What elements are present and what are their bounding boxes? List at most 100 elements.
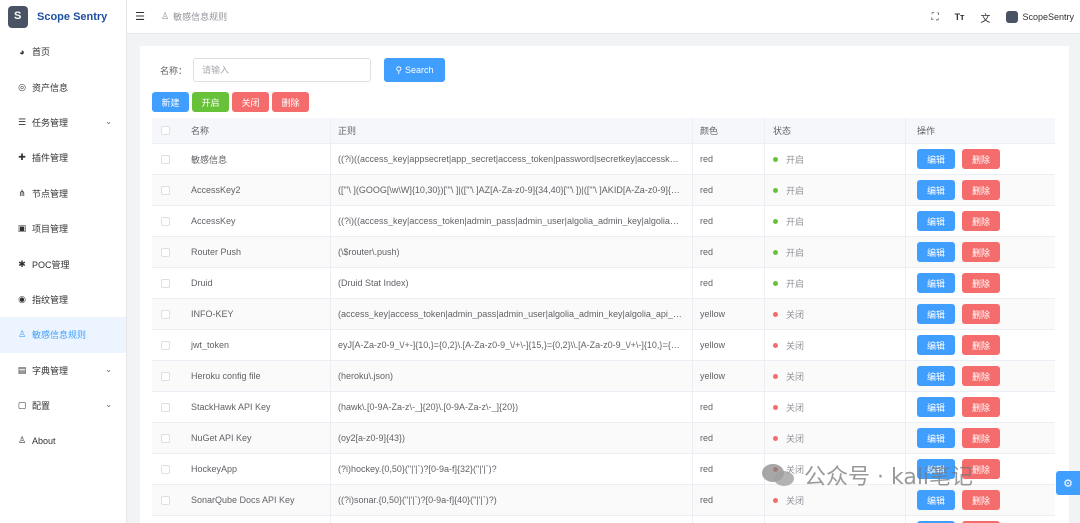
column-divider: [905, 206, 906, 236]
row-checkbox[interactable]: [161, 309, 170, 319]
name-filter-input[interactable]: [193, 58, 372, 82]
sidebar-item-11[interactable]: ♙ About: [0, 423, 126, 458]
row-actions: 编辑删除: [917, 366, 1053, 386]
edit-button[interactable]: 编辑: [917, 459, 955, 479]
enable-button[interactable]: 开启: [192, 92, 229, 112]
fullscreen-icon[interactable]: ⛶: [932, 12, 939, 23]
user-name: ScopeSentry: [1022, 12, 1074, 22]
edit-button[interactable]: 编辑: [917, 211, 955, 231]
row-checkbox[interactable]: [161, 464, 170, 474]
edit-button[interactable]: 编辑: [917, 273, 955, 293]
column-header-status: 状态: [773, 126, 792, 136]
status-dot: [773, 218, 778, 224]
edit-button[interactable]: 编辑: [917, 490, 955, 510]
translate-icon[interactable]: 文: [980, 10, 990, 25]
status-text: 开启: [786, 154, 805, 165]
row-checkbox[interactable]: [161, 154, 170, 164]
column-divider: [764, 237, 765, 267]
row-actions: 编辑删除: [917, 211, 1053, 231]
delete-button[interactable]: 删除: [962, 428, 1000, 448]
user-menu[interactable]: ScopeSentry: [1006, 11, 1074, 23]
row-checkbox[interactable]: [161, 216, 170, 226]
search-button[interactable]: ⚲ Search: [384, 58, 446, 82]
settings-float-button[interactable]: ⚙: [1056, 471, 1080, 495]
edit-button[interactable]: 编辑: [917, 304, 955, 324]
chevron-down-icon: ⌄: [105, 116, 112, 126]
edit-button[interactable]: 编辑: [917, 397, 955, 417]
sidebar-item-label: About: [32, 435, 56, 446]
new-button[interactable]: 新建: [152, 92, 189, 112]
delete-button[interactable]: 删除: [962, 459, 1000, 479]
row-checkbox[interactable]: [161, 278, 170, 288]
row-checkbox[interactable]: [161, 402, 170, 412]
delete-button[interactable]: 删除: [962, 273, 1000, 293]
delete-button[interactable]: 删除: [962, 366, 1000, 386]
nodes-icon: ⋔: [18, 187, 26, 198]
sidebar-item-6[interactable]: ✱ POC管理: [0, 246, 126, 281]
row-checkbox[interactable]: [161, 340, 170, 350]
main-card: 名称： ⚲ Search 新建 开启 关闭 删除 名称 正则 颜色 状态 操作 …: [140, 46, 1069, 523]
person-icon: ♙: [17, 435, 27, 446]
breadcrumb-label: 敏感信息规则: [173, 12, 228, 22]
sidebar-item-4[interactable]: ⋔ 节点管理: [0, 176, 126, 211]
rule-status: 开启: [773, 153, 893, 166]
delete-button[interactable]: 删除: [962, 149, 1000, 169]
edit-button[interactable]: 编辑: [917, 242, 955, 262]
delete-button[interactable]: 删除: [962, 397, 1000, 417]
select-all-checkbox[interactable]: [161, 126, 170, 135]
sidebar-item-0[interactable]: ◕ 首页: [0, 34, 126, 69]
row-checkbox[interactable]: [161, 247, 170, 257]
sidebar-item-10[interactable]: ▢ 配置 ⌄: [0, 388, 126, 423]
table-row: HockeyApp (?i)hockey.{0,50}("|'|`)?[0-9a-…: [152, 454, 1055, 485]
sidebar-item-5[interactable]: ▣ 项目管理: [0, 211, 126, 246]
column-divider: [764, 175, 765, 205]
bulk-delete-button[interactable]: 删除: [272, 92, 309, 112]
rule-status: 开启: [773, 184, 893, 197]
app-logo: [8, 6, 28, 28]
row-checkbox[interactable]: [161, 185, 170, 195]
sidebar-item-1[interactable]: ◎ 资产信息: [0, 69, 126, 104]
column-divider: [692, 237, 693, 267]
status-text: 关闭: [786, 495, 805, 506]
brand[interactable]: Scope Sentry: [0, 0, 126, 34]
menu-toggle-icon[interactable]: ☰: [133, 10, 147, 23]
row-actions: 编辑删除: [917, 242, 1053, 262]
sidebar-menu: ◕ 首页 ◎ 资产信息 ☰ 任务管理 ⌄ ✚ 插件管理 ⋔ 节点管理 ▣ 项目管理 ✱ POC管理 ◉ 指纹管理…: [0, 34, 126, 459]
column-divider: [764, 206, 765, 236]
search-icon: ⚲: [395, 64, 403, 75]
sidebar-item-label: 任务管理: [32, 117, 69, 128]
sidebar-item-3[interactable]: ✚ 插件管理: [0, 140, 126, 175]
edit-button[interactable]: 编辑: [917, 149, 955, 169]
delete-button[interactable]: 删除: [962, 304, 1000, 324]
sidebar-item-2[interactable]: ☰ 任务管理 ⌄: [0, 105, 126, 140]
table-row: AccessKey ((?i)((access_key|access_token|…: [152, 206, 1055, 237]
delete-button[interactable]: 删除: [962, 180, 1000, 200]
delete-button[interactable]: 删除: [962, 490, 1000, 510]
column-divider: [905, 268, 906, 298]
edit-button[interactable]: 编辑: [917, 428, 955, 448]
sidebar: Scope Sentry ◕ 首页 ◎ 资产信息 ☰ 任务管理 ⌄ ✚ 插件管理 ⋔ 节点管理 ▣ 项目…: [0, 0, 127, 523]
row-checkbox[interactable]: [161, 495, 170, 505]
book-icon: ▤: [17, 364, 27, 375]
edit-button[interactable]: 编辑: [917, 180, 955, 200]
font-size-icon[interactable]: Tт: [955, 12, 965, 22]
sidebar-item-7[interactable]: ◉ 指纹管理: [0, 282, 126, 317]
delete-button[interactable]: 删除: [962, 211, 1000, 231]
rule-name: AccessKey2: [191, 185, 241, 195]
row-actions: 编辑删除: [917, 304, 1053, 324]
disable-button[interactable]: 关闭: [232, 92, 269, 112]
row-checkbox[interactable]: [161, 433, 170, 443]
sidebar-item-8[interactable]: ♙ 敏感信息规则: [0, 317, 126, 353]
sidebar-item-9[interactable]: ▤ 字典管理 ⌄: [0, 353, 126, 388]
app-title: Scope Sentry: [37, 11, 108, 23]
row-checkbox[interactable]: [161, 371, 170, 381]
rule-regex: (hawk\.[0-9A-Za-z\-_]{20}\.[0-9A-Za-z\-_…: [338, 402, 519, 412]
puzzle-icon: ✚: [18, 152, 26, 163]
edit-button[interactable]: 编辑: [917, 335, 955, 355]
delete-button[interactable]: 删除: [962, 335, 1000, 355]
edit-button[interactable]: 编辑: [917, 366, 955, 386]
column-divider: [330, 485, 331, 515]
delete-button[interactable]: 删除: [962, 242, 1000, 262]
column-divider: [330, 175, 331, 205]
rule-status: 开启: [773, 246, 893, 259]
